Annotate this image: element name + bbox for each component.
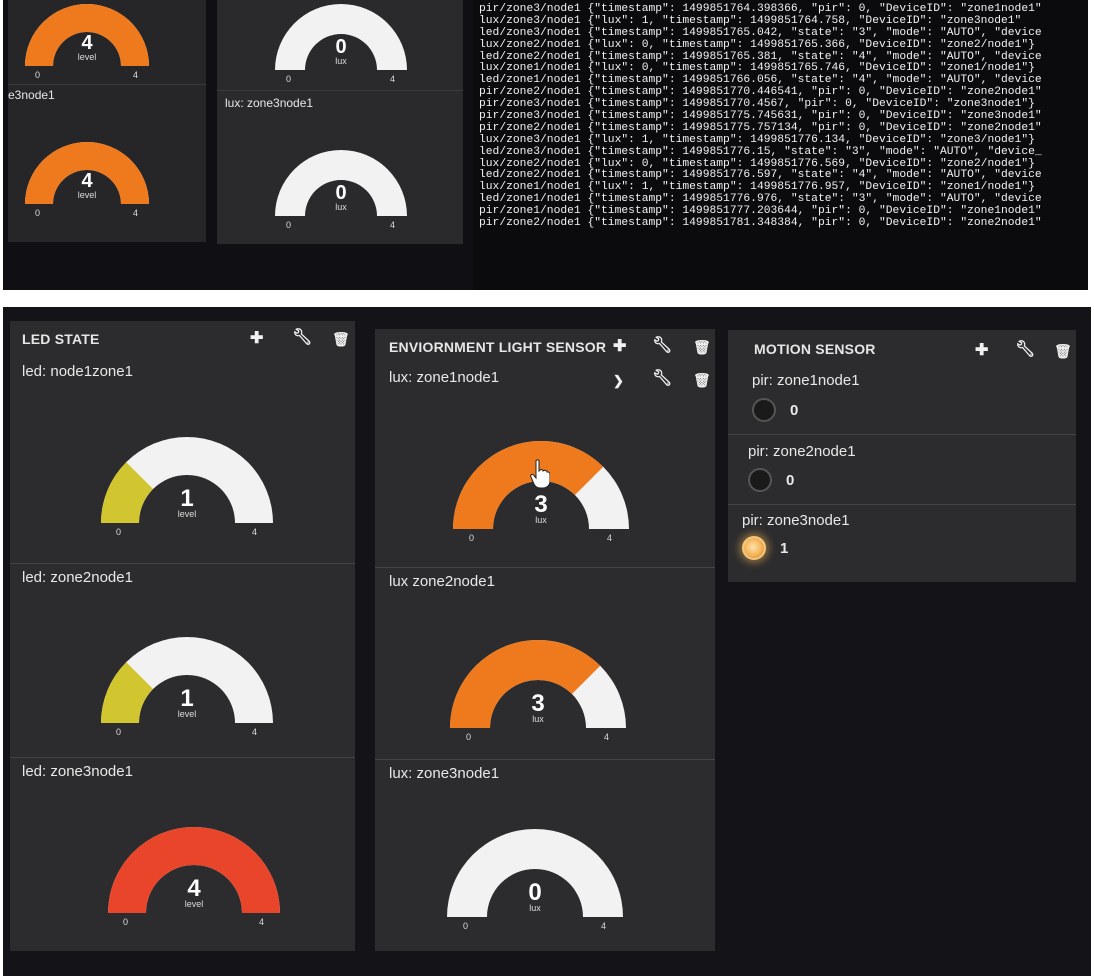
gauge-max: 4 [607,533,613,543]
divider [10,757,355,758]
divider [8,84,206,85]
divider [375,759,715,760]
console-line: lux/zone3/node1 {"lux": 1, "timestamp": … [479,14,1022,27]
trash-icon[interactable]: 🗑︎ [693,372,711,388]
divider [10,563,355,564]
motion-sensor-panel: MOTION SENSOR ✚ 🔧︎ 🗑︎ pir: zone1node1 0 … [728,330,1076,582]
gauge-min: 0 [116,527,122,537]
gauge-max: 4 [133,70,139,80]
gauge-unit: level [177,509,197,519]
gauge-max: 4 [133,208,139,218]
gauge-min: 0 [463,921,469,931]
motion-value: 0 [786,472,795,489]
widget-label: pir: zone1node1 [752,372,860,389]
gauge-min: 0 [116,727,122,737]
gauge-unit: level [77,190,97,200]
widget-label: pir: zone2node1 [748,443,856,460]
widget-label: led: zone2node1 [22,569,133,586]
wrench-icon[interactable]: 🔧︎ [1015,342,1035,358]
plus-icon[interactable]: ✚ [975,343,988,359]
gauge-max: 4 [390,74,396,84]
gauge-min: 0 [286,74,292,84]
panel-title: MOTION SENSOR [754,341,876,357]
widget-label: pir: zone3node1 [742,512,850,529]
widget-label: led: zone3node1 [22,763,133,780]
dashboard-region: LED STATE ✚ 🔧︎ 🗑︎ led: node1zone1 led: z… [3,307,1091,976]
console-line: pir/zone2/node1 {"timestamp": 1499851781… [479,217,1042,230]
hand-cursor-icon [530,459,550,489]
gauge-max: 4 [601,921,607,931]
gauge-unit: level [177,709,197,719]
motion-led-indicator [748,468,772,492]
gauge-unit: lux [529,903,541,913]
wrench-icon[interactable]: 🔧︎ [652,371,672,387]
divider [217,90,463,91]
trash-icon[interactable]: 🗑︎ [332,331,350,347]
gauge-unit: lux [532,714,544,724]
gauge-max: 4 [259,917,265,927]
chevron-down-icon[interactable]: ❯ [613,373,624,389]
gauge-unit: level [184,899,204,909]
widget-label: lux: zone3node1 [389,765,500,782]
gauge-max: 4 [604,732,610,742]
top-left-widget-label: e3node1 [8,88,55,102]
gauge-unit: lux [535,515,547,525]
gauge-unit: lux [335,56,347,66]
console-line: led/zone3/node1 {"timestamp": 1499851776… [479,145,1042,158]
gauge-min: 0 [466,732,472,742]
widget-label: led: node1zone1 [22,363,133,380]
trash-icon[interactable]: 🗑︎ [1054,343,1072,359]
divider [375,567,715,568]
gauge-max: 4 [252,527,258,537]
divider [728,434,1076,435]
gauge-max: 4 [252,727,258,737]
trash-icon[interactable]: 🗑︎ [693,339,711,355]
gauge-unit: lux [335,202,347,212]
wrench-icon[interactable]: 🔧︎ [292,330,312,346]
motion-led-indicator [752,398,776,422]
gauge-max: 4 [390,220,396,230]
gauge-min: 0 [35,70,41,80]
gauge-min: 0 [469,533,475,543]
mqtt-console-log: pir/zone3/node1 {"timestamp": 1499851764… [473,0,1088,290]
top-middle-widget-label: lux: zone3node1 [225,96,314,110]
console-line: led/zone3/node1 {"timestamp": 1499851765… [479,26,1042,39]
console-line: lux/zone2/node1 {"lux": 0, "timestamp": … [479,38,1035,51]
gauge-min: 0 [286,220,292,230]
gauge-min: 0 [35,208,41,218]
motion-value: 1 [780,540,789,557]
console-line: lux/zone3/node1 {"lux": 1, "timestamp": … [479,133,1035,146]
widget-label: lux zone2node1 [389,573,495,590]
divider [728,504,1076,505]
motion-led-indicator [742,536,766,560]
plus-icon[interactable]: ✚ [613,339,626,355]
top-screenshot-region: e3node1 lux: zone3node1 4 level 0 4 0 lux 0 4 4 l… [3,0,1088,290]
plus-icon[interactable]: ✚ [250,331,263,347]
panel-title: LED STATE [22,331,100,347]
gauge-min: 0 [123,917,129,927]
wrench-icon[interactable]: 🔧︎ [652,338,672,354]
motion-value: 0 [790,402,799,419]
panel-title: ENVIORNMENT LIGHT SENSOR [389,339,607,355]
console-line: pir/zone2/node1 {"timestamp": 1499851775… [479,121,1042,134]
widget-label: lux: zone1node1 [389,369,500,386]
gauge-unit: level [77,52,97,62]
